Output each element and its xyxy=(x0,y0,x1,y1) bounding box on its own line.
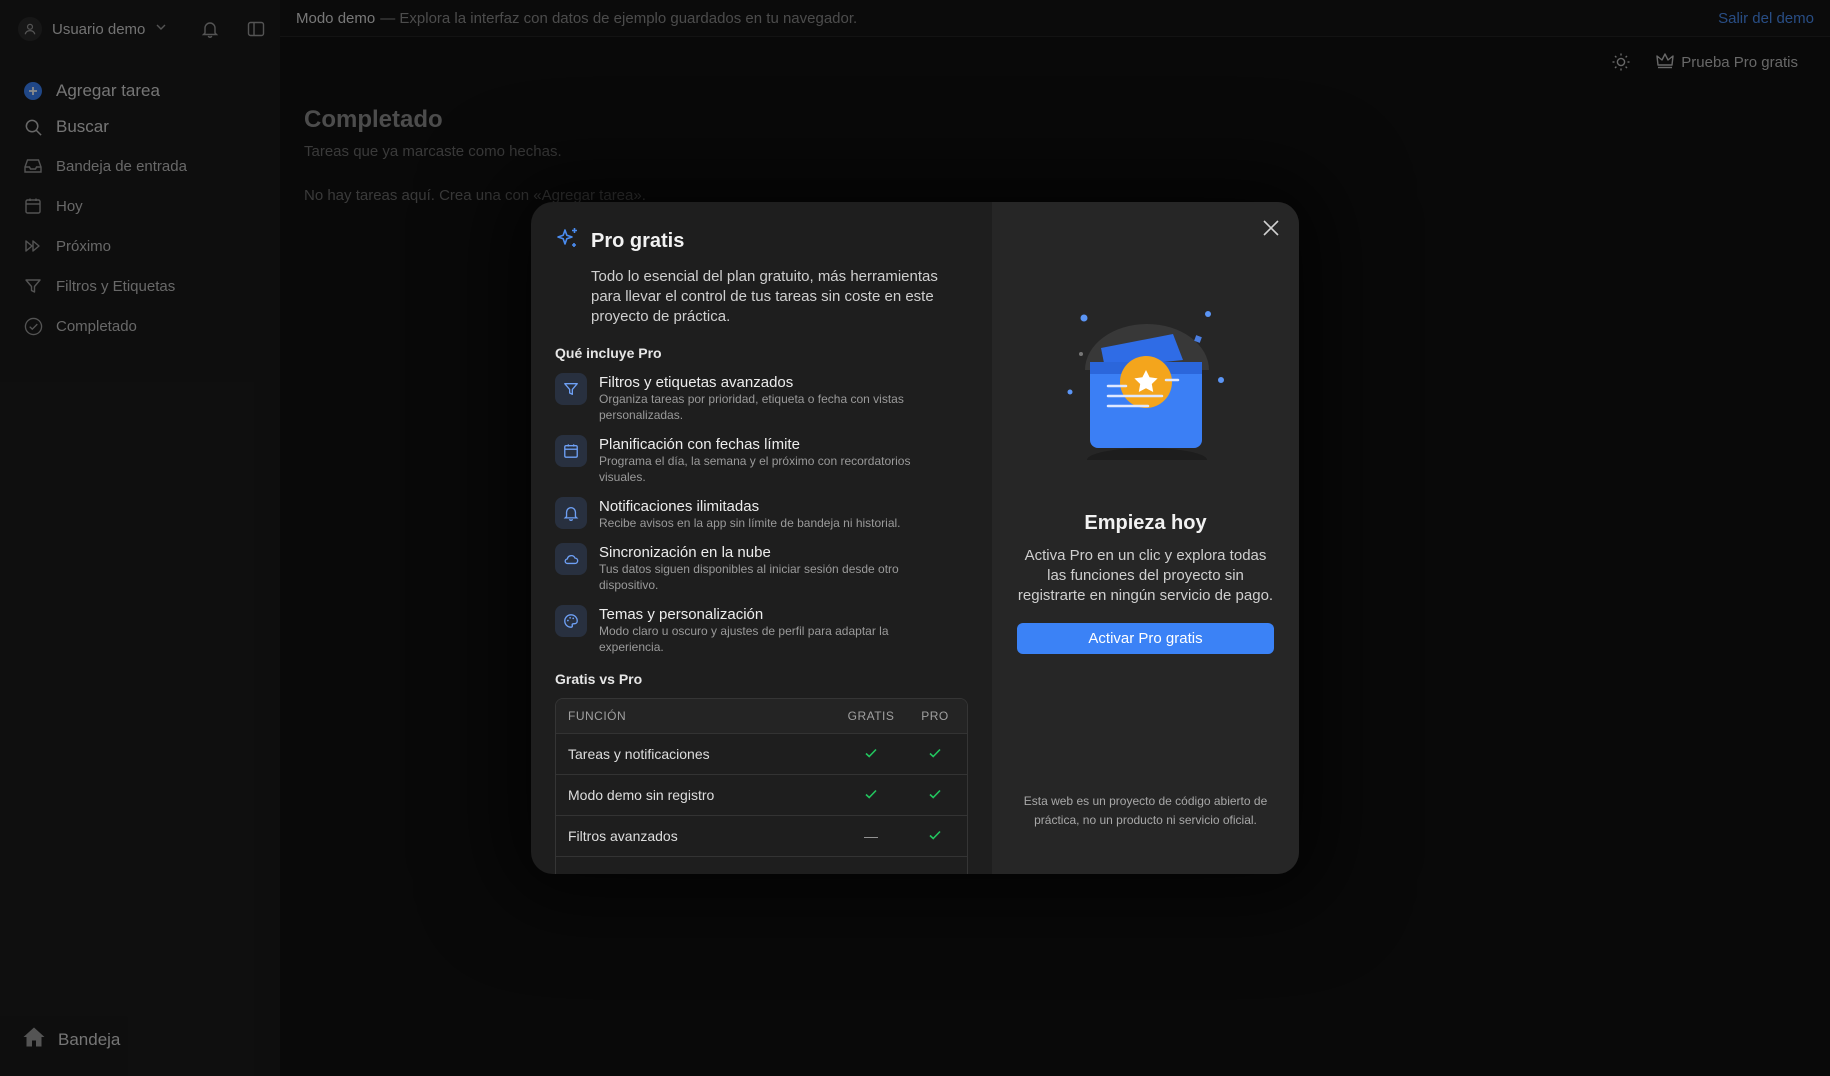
feature-title: Temas y personalización xyxy=(599,606,764,623)
pro-modal-right: Empieza hoy Activa Pro en un clic y expl… xyxy=(992,202,1299,874)
compare-title: Gratis vs Pro xyxy=(555,671,643,687)
compare-table: FUNCIÓN GRATIS PRO Tareas y notificacion… xyxy=(555,698,968,874)
feature-item: Temas y personalización Modo claro u osc… xyxy=(555,605,968,655)
table-header-row: FUNCIÓN GRATIS PRO xyxy=(556,699,967,733)
modal-title: Pro gratis xyxy=(591,230,685,252)
check-icon xyxy=(903,828,967,845)
feature-description: Tus datos siguen disponibles al iniciar … xyxy=(599,562,899,592)
check-icon xyxy=(903,746,967,763)
pro-modal-left: Pro gratis Todo lo esencial del plan gra… xyxy=(531,202,992,874)
table-row xyxy=(556,856,967,874)
cloud-icon xyxy=(555,543,587,575)
feature-description: Programa el día, la semana y el próximo … xyxy=(599,454,911,484)
feature-item: Sincronización en la nube Tus datos sigu… xyxy=(555,543,968,593)
table-cell: Filtros avanzados xyxy=(568,828,678,844)
bell-icon xyxy=(555,497,587,529)
table-row: Filtros avanzados — xyxy=(556,815,967,856)
feature-description: Modo claro u oscuro y ajustes de perfil … xyxy=(599,624,889,654)
feature-title: Planificación con fechas límite xyxy=(599,436,800,453)
feature-item: Filtros y etiquetas avanzados Organiza t… xyxy=(555,373,968,423)
cta-description: Activa Pro en un clic y explora todas la… xyxy=(1017,547,1274,604)
column-header: PRO xyxy=(921,709,949,723)
feature-description: Recibe avisos en la app sin límite de ba… xyxy=(599,516,901,530)
palette-icon xyxy=(555,605,587,637)
check-icon xyxy=(839,746,903,763)
includes-title: Qué incluye Pro xyxy=(555,345,662,361)
table-cell: Tareas y notificaciones xyxy=(568,746,710,762)
modal-description: Todo lo esencial del plan gratuito, más … xyxy=(591,268,938,325)
sparkles-icon xyxy=(555,226,581,257)
feature-title: Filtros y etiquetas avanzados xyxy=(599,374,794,391)
feature-title: Notificaciones ilimitadas xyxy=(599,498,760,515)
column-header: FUNCIÓN xyxy=(568,709,627,723)
feature-item: Notificaciones ilimitadas Recibe avisos … xyxy=(555,497,968,531)
pro-modal: Pro gratis Todo lo esencial del plan gra… xyxy=(531,202,1299,874)
table-row: Tareas y notificaciones xyxy=(556,733,967,774)
feature-description: Organiza tareas por prioridad, etiqueta … xyxy=(599,392,904,422)
check-icon xyxy=(903,787,967,804)
cta-title: Empieza hoy xyxy=(1084,512,1207,534)
filter-icon xyxy=(555,373,587,405)
table-cell: Modo demo sin registro xyxy=(568,787,715,803)
gift-box-illustration xyxy=(1062,310,1232,472)
feature-title: Sincronización en la nube xyxy=(599,544,771,561)
check-icon xyxy=(839,787,903,804)
cta-footer-note: Esta web es un proyecto de código abiert… xyxy=(1023,794,1268,827)
dash-cell: — xyxy=(864,828,878,844)
feature-list: Filtros y etiquetas avanzados Organiza t… xyxy=(555,373,968,655)
table-row: Modo demo sin registro xyxy=(556,774,967,815)
close-icon[interactable] xyxy=(1259,216,1283,240)
calendar-icon xyxy=(555,435,587,467)
feature-item: Planificación con fechas límite Programa… xyxy=(555,435,968,485)
column-header: GRATIS xyxy=(847,709,895,723)
activate-pro-button[interactable]: Activar Pro gratis xyxy=(1017,623,1274,654)
